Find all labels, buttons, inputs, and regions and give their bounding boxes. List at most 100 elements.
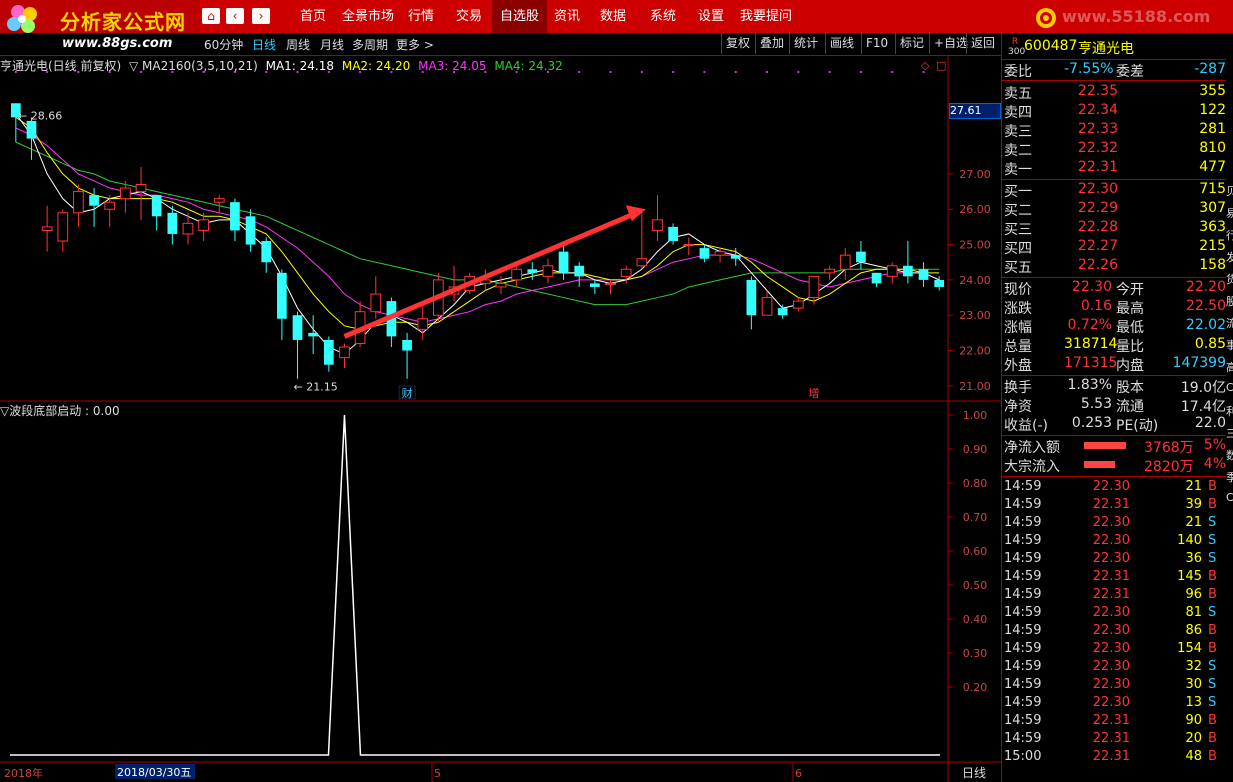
candle[interactable] xyxy=(856,241,866,270)
ask-label: 卖二 xyxy=(1004,143,1032,159)
candle[interactable] xyxy=(792,297,804,312)
ask-row[interactable]: 卖一 22.31 477 xyxy=(1002,159,1228,178)
candle[interactable] xyxy=(151,195,162,231)
home-icon[interactable]: ⌂ xyxy=(202,8,220,24)
ask-row[interactable]: 卖二 22.32 810 xyxy=(1002,140,1228,159)
period-tab-4[interactable]: 多周期 xyxy=(352,36,388,53)
period-tab-3[interactable]: 月线 xyxy=(320,36,344,53)
bid-row[interactable]: 买二 22.29 307 xyxy=(1002,200,1228,219)
candle[interactable] xyxy=(292,311,303,379)
candle[interactable] xyxy=(903,241,913,284)
candle[interactable] xyxy=(402,332,412,379)
candle[interactable] xyxy=(574,262,585,287)
candle[interactable] xyxy=(245,209,256,252)
bid-label: 买三 xyxy=(1004,222,1032,238)
candle-body xyxy=(120,187,131,200)
period-tab-5[interactable]: 更多 > xyxy=(396,36,434,53)
bid-price: 22.28 xyxy=(1077,219,1118,235)
candle-body xyxy=(151,195,162,217)
square-icon[interactable]: □ xyxy=(936,59,946,72)
menu-item-7[interactable]: 系统 xyxy=(642,0,684,33)
menu-item-4[interactable]: 自选股 xyxy=(492,0,548,33)
candle[interactable] xyxy=(354,301,366,348)
candle[interactable] xyxy=(746,276,757,330)
candle[interactable] xyxy=(104,195,116,227)
tool-button-5[interactable]: 标记 xyxy=(895,33,928,54)
menu-item-6[interactable]: 数据 xyxy=(592,0,634,33)
candle-body xyxy=(511,268,522,281)
candle[interactable] xyxy=(26,117,37,160)
signal-dot xyxy=(891,71,894,73)
bid-row[interactable]: 买一 22.30 715 xyxy=(1002,181,1228,200)
candle[interactable] xyxy=(386,297,397,348)
kline-chart[interactable]: 27.00 26.00 25.00 24.00 23.00 22.00 21.00 ← 28.… xyxy=(0,55,1001,782)
candle[interactable] xyxy=(777,304,788,319)
candle[interactable] xyxy=(511,265,522,287)
candle[interactable] xyxy=(918,262,929,287)
candle[interactable] xyxy=(542,258,554,284)
candle-body xyxy=(886,265,898,277)
menu-item-0[interactable]: 首页 xyxy=(292,0,334,33)
ask-row[interactable]: 卖四 22.34 122 xyxy=(1002,102,1228,121)
menu-item-2[interactable]: 行情 xyxy=(400,0,442,33)
candle[interactable] xyxy=(198,212,209,242)
candle[interactable] xyxy=(323,336,334,372)
ask-volume: 355 xyxy=(1199,83,1226,99)
candle[interactable] xyxy=(839,248,851,280)
candle[interactable] xyxy=(668,223,678,245)
ask-row[interactable]: 卖三 22.33 281 xyxy=(1002,121,1228,140)
candle[interactable] xyxy=(73,184,84,227)
candle[interactable] xyxy=(824,265,835,280)
candle[interactable] xyxy=(558,244,569,280)
ask-row[interactable]: 卖五 22.35 355 xyxy=(1002,83,1228,102)
event-mark-zeng[interactable]: 增 xyxy=(808,386,819,400)
menu-item-1[interactable]: 全景市场 xyxy=(334,0,402,33)
candle[interactable] xyxy=(57,209,69,252)
stock-code: 600487 xyxy=(1024,38,1078,54)
event-mark-cai[interactable]: 财 xyxy=(402,386,413,400)
candle[interactable] xyxy=(308,315,319,355)
candle[interactable] xyxy=(417,304,429,340)
menu-item-3[interactable]: 交易 xyxy=(448,0,490,33)
menu-item-5[interactable]: 资讯 xyxy=(546,0,588,33)
period-tab-1[interactable]: 日线 xyxy=(252,36,276,53)
period-tab-2[interactable]: 周线 xyxy=(286,36,310,53)
menu-item-8[interactable]: 设置 xyxy=(690,0,732,33)
candle[interactable] xyxy=(230,198,240,242)
candle[interactable] xyxy=(652,195,663,242)
menu-item-9[interactable]: 我要提问 xyxy=(732,0,800,33)
candle[interactable] xyxy=(261,237,272,273)
candle[interactable] xyxy=(636,209,648,270)
bid-row[interactable]: 买三 22.28 363 xyxy=(1002,219,1228,238)
candle[interactable] xyxy=(339,343,350,369)
tick-row: 14:59 22.31 39 B xyxy=(1002,497,1233,515)
tool-button-3[interactable]: 画线 xyxy=(825,33,858,54)
back-arrow-icon[interactable]: ‹ xyxy=(226,8,244,24)
tool-button-4[interactable]: F10 xyxy=(861,33,892,54)
tick-volume: 39 xyxy=(1185,497,1202,512)
candle[interactable] xyxy=(41,205,53,252)
candle[interactable] xyxy=(448,265,460,302)
flow-row[interactable]: 大宗流入 2820万 4% xyxy=(1002,456,1228,475)
sub-legend[interactable]: ▽波段底部启动 : 0.00 xyxy=(0,402,120,419)
tool-button-0[interactable]: 复权 xyxy=(721,33,754,54)
forward-arrow-icon[interactable]: › xyxy=(252,8,270,24)
candle[interactable] xyxy=(167,205,178,245)
candle[interactable] xyxy=(213,195,225,213)
candle[interactable] xyxy=(590,279,600,295)
candle[interactable] xyxy=(605,279,616,295)
bid-row[interactable]: 买四 22.27 215 xyxy=(1002,238,1228,257)
bid-row[interactable]: 买五 22.26 158 xyxy=(1002,257,1228,276)
candle[interactable] xyxy=(699,244,710,263)
tool-button-2[interactable]: 统计 xyxy=(789,33,822,54)
period-tab-0[interactable]: 60分钟 xyxy=(204,36,243,53)
flow-row[interactable]: 净流入额 3768万 5% xyxy=(1002,437,1228,456)
legend-indicator[interactable]: ▽ MA2160(3,5,10,21) xyxy=(129,59,258,73)
tool-button-1[interactable]: 叠加 xyxy=(755,33,788,54)
candle[interactable] xyxy=(886,262,898,284)
diamond-icon[interactable]: ◇ xyxy=(921,59,930,72)
candle[interactable] xyxy=(871,272,882,287)
tool-button-7[interactable]: 返回 xyxy=(966,33,999,54)
tick-side: S xyxy=(1208,605,1217,620)
candle[interactable] xyxy=(277,269,287,340)
